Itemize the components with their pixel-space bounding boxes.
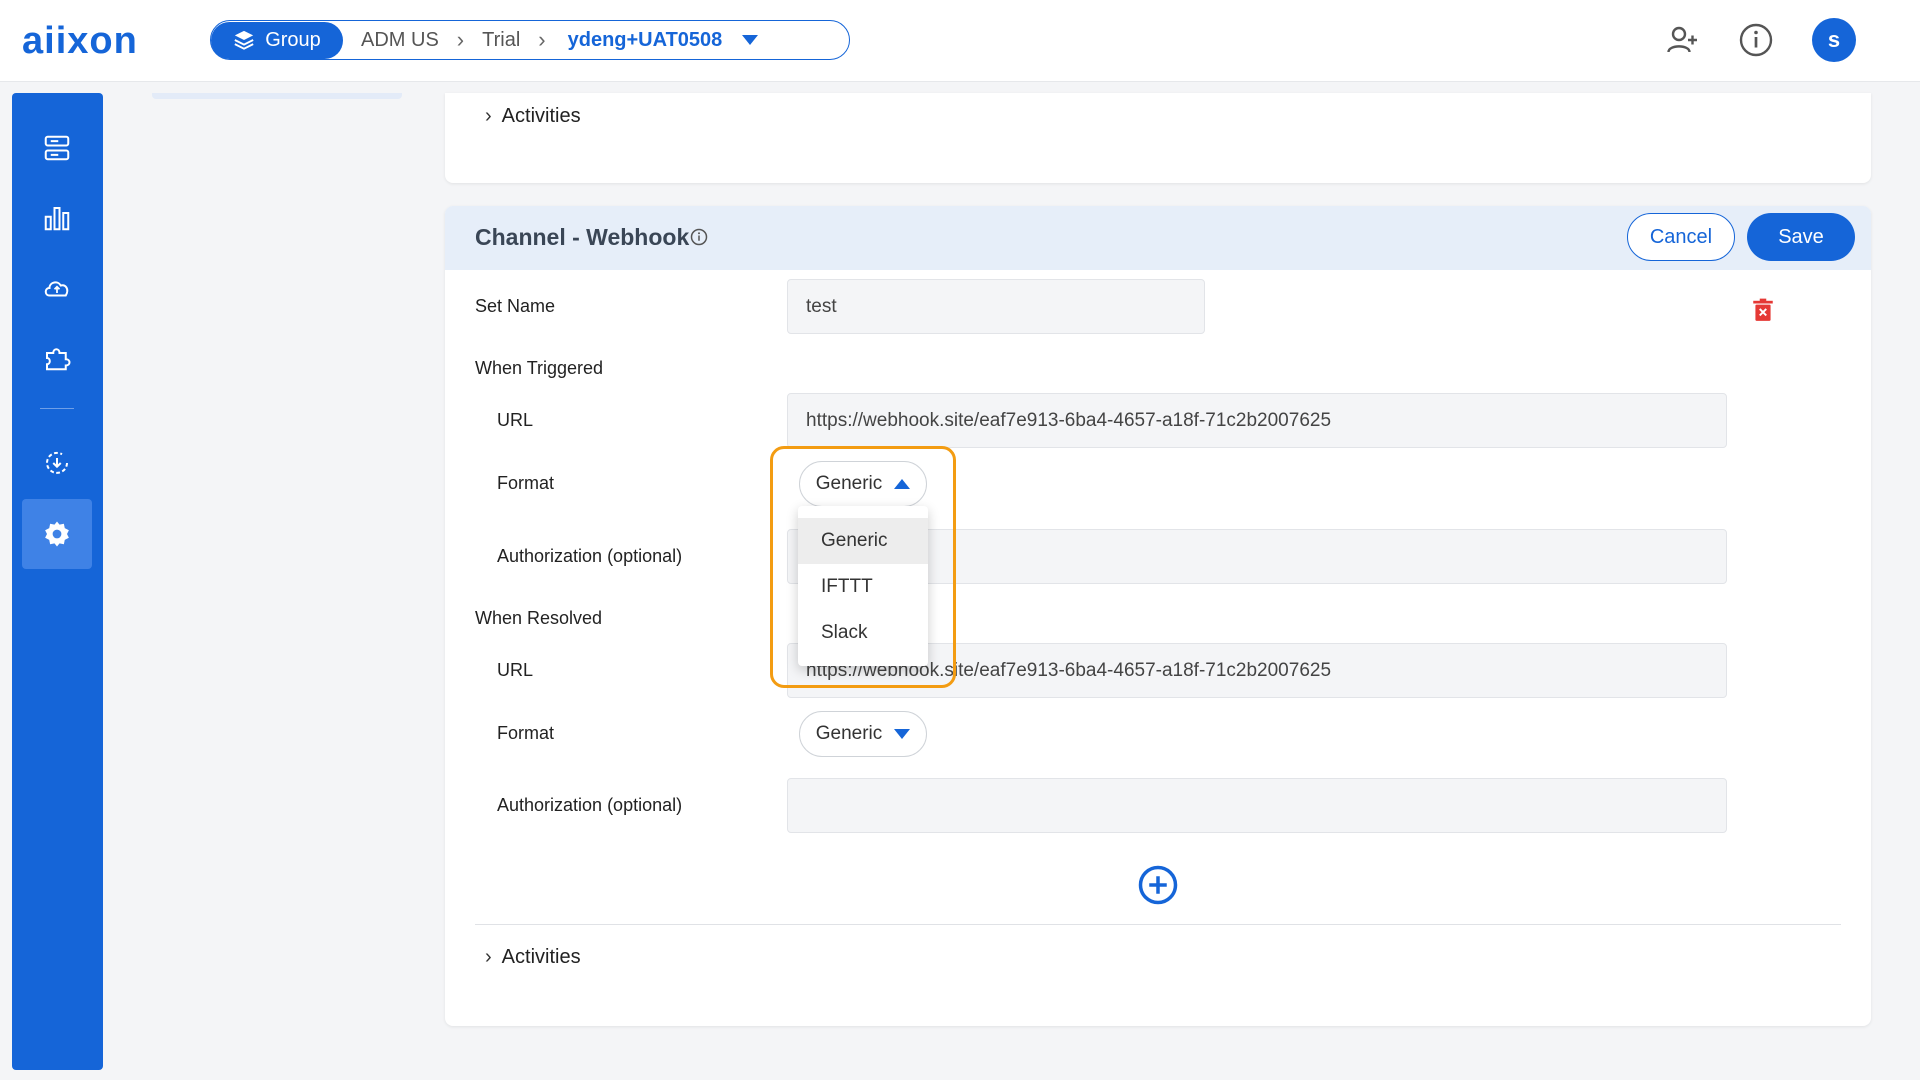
section-tab-indicator [152, 93, 402, 99]
resolved-format-value: Generic [815, 723, 883, 744]
sidebar-item-cloud[interactable] [22, 253, 92, 323]
breadcrumb-item-active[interactable]: ydeng+UAT0508 [546, 29, 743, 52]
when-resolved-heading: When Resolved [475, 608, 603, 628]
breadcrumb: Group ADM US › Trial › ydeng+UAT0508 [210, 20, 850, 60]
puzzle-icon [46, 348, 71, 371]
save-button[interactable]: Save [1747, 213, 1855, 261]
set-name-field[interactable]: test [787, 279, 1205, 334]
resolved-format-select[interactable]: Generic [799, 711, 927, 757]
activities-toggle[interactable]: › Activities [485, 946, 581, 969]
refresh-download-icon [46, 451, 68, 474]
section-divider [475, 924, 1841, 925]
activities-label: Activities [501, 105, 581, 127]
channel-webhook-card: Channel - Webhook Cancel Save Set Name t… [445, 206, 1871, 1026]
chevron-right-icon: › [485, 946, 492, 968]
add-circle-icon[interactable] [1137, 864, 1179, 906]
when-triggered-heading: When Triggered [475, 358, 604, 378]
sidebar-item-devices[interactable] [22, 113, 92, 183]
sidebar-item-settings[interactable] [22, 499, 92, 569]
delete-icon[interactable] [1750, 296, 1776, 324]
chevron-down-icon [894, 729, 911, 739]
card-title: Channel - Webhook [475, 224, 690, 250]
triggered-url-field[interactable]: https://webhook.site/eaf7e913-6ba4-4657-… [787, 393, 1727, 448]
info-icon[interactable] [690, 228, 708, 246]
resolved-url-label: URL [497, 660, 534, 680]
app-logo[interactable]: aiixon [22, 20, 138, 63]
triggered-auth-label: Authorization (optional) [497, 546, 683, 566]
add-user-icon[interactable] [1664, 22, 1700, 58]
sidebar-item-analytics[interactable] [22, 183, 92, 253]
activities-label: Activities [501, 946, 581, 968]
sidebar [12, 93, 103, 1070]
avatar[interactable]: s [1812, 18, 1856, 62]
activities-toggle-top[interactable]: › Activities [485, 105, 581, 128]
chevron-right-icon: › [456, 27, 465, 52]
chevron-right-icon: › [538, 27, 546, 52]
highlight-annotation [770, 446, 956, 688]
gear-icon [45, 521, 69, 547]
set-name-label: Set Name [475, 296, 556, 316]
top-bar: aiixon Group ADM US › Trial › ydeng+UAT0… [0, 0, 1920, 82]
breadcrumb-item-adm-us[interactable]: ADM US [343, 29, 457, 52]
cloud-sync-icon [44, 281, 69, 297]
triggered-url-label: URL [497, 410, 534, 430]
layers-icon [234, 30, 254, 50]
card-header: Channel - Webhook Cancel Save [445, 206, 1871, 270]
resolved-auth-label: Authorization (optional) [497, 795, 683, 815]
resolved-auth-field[interactable] [787, 778, 1727, 833]
sidebar-divider [40, 408, 74, 409]
previous-channel-card: › Activities [445, 93, 1871, 183]
breadcrumb-group-pill[interactable]: Group [211, 21, 343, 59]
breadcrumb-group-label: Group [265, 28, 321, 51]
server-icon [44, 135, 70, 161]
info-icon[interactable] [1738, 22, 1774, 58]
bar-chart-icon [44, 207, 70, 231]
resolved-format-label: Format [497, 723, 555, 743]
breadcrumb-dropdown-icon[interactable] [742, 35, 759, 45]
sidebar-item-updates[interactable] [22, 428, 92, 498]
breadcrumb-item-trial[interactable]: Trial [464, 29, 538, 52]
triggered-format-label: Format [497, 473, 555, 493]
cancel-button[interactable]: Cancel [1627, 213, 1735, 261]
chevron-right-icon: › [485, 105, 492, 127]
sidebar-item-plugins[interactable] [22, 323, 92, 393]
